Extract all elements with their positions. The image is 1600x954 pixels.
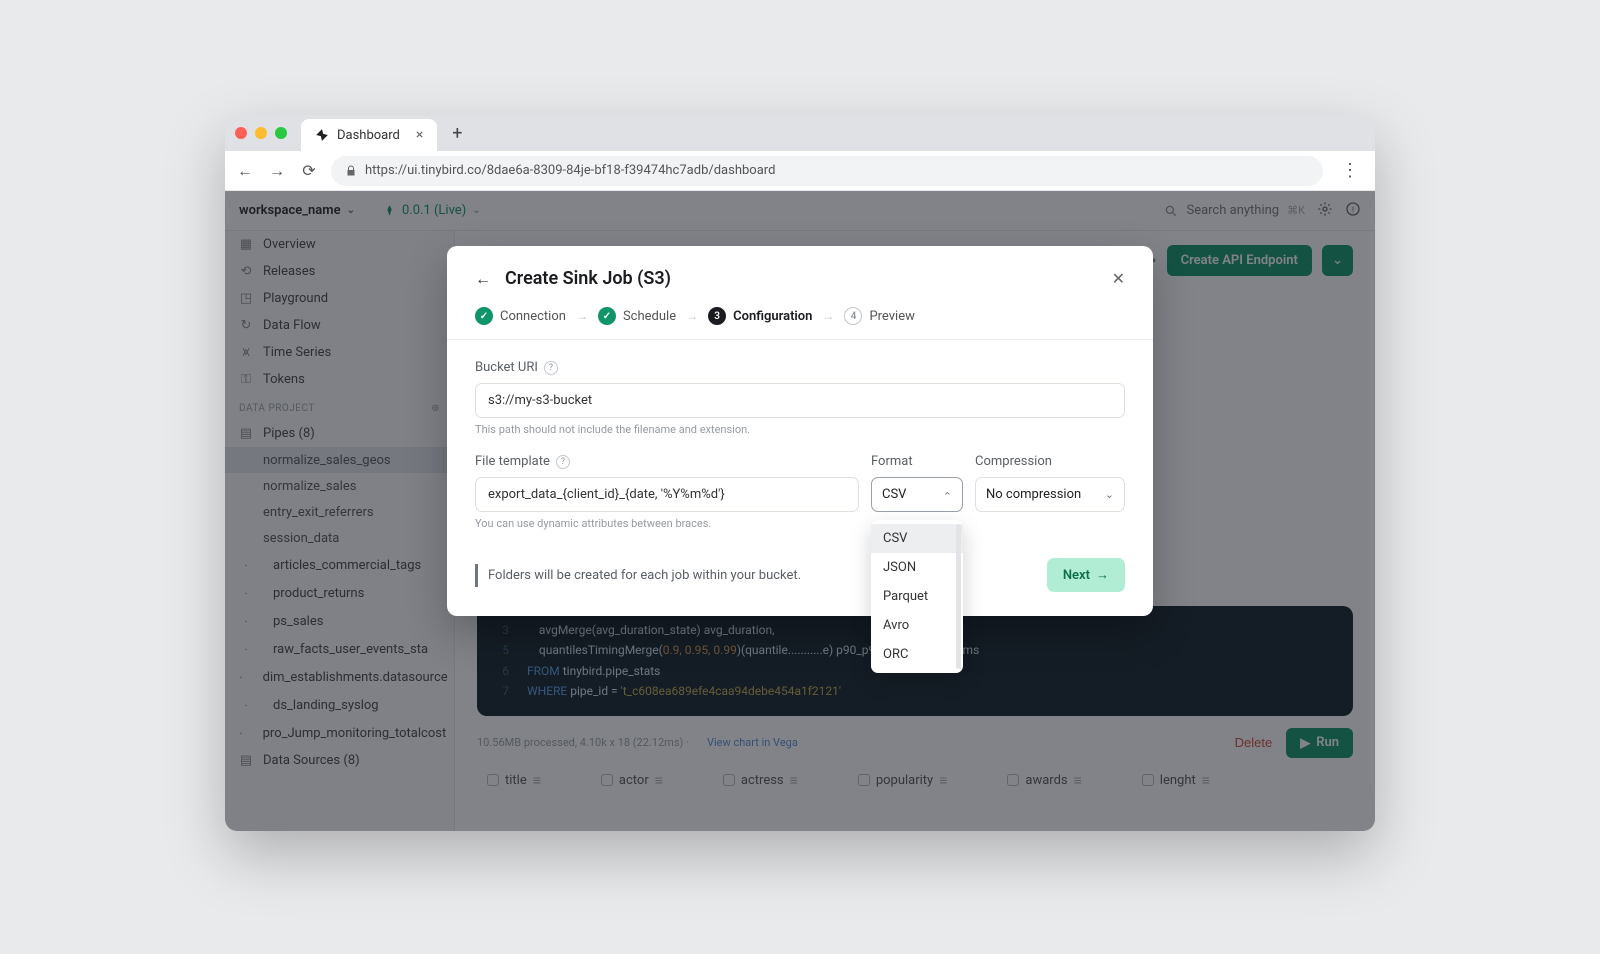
format-option[interactable]: Avro <box>871 611 963 640</box>
window-max[interactable] <box>275 127 287 139</box>
format-option[interactable]: CSV <box>871 524 963 553</box>
step-configuration[interactable]: 3Configuration <box>708 307 812 325</box>
scrollbar[interactable] <box>956 524 961 669</box>
format-label: Format <box>871 454 963 469</box>
help-icon[interactable]: ? <box>544 361 558 375</box>
info-message: Folders will be created for each job wit… <box>475 564 801 587</box>
arrow-right-icon: → <box>822 309 834 323</box>
format-option[interactable]: ORC <box>871 640 963 669</box>
format-select[interactable]: CSV <box>871 477 963 512</box>
address-bar: ← → ⟳ https://ui.tinybird.co/8dae6a-8309… <box>225 151 1375 191</box>
favicon-icon <box>315 128 329 142</box>
file-template-input[interactable] <box>475 477 859 512</box>
arrow-right-icon: → <box>576 309 588 323</box>
arrow-right-icon: → <box>686 309 698 323</box>
url-field[interactable]: https://ui.tinybird.co/8dae6a-8309-84je-… <box>331 156 1323 186</box>
format-option[interactable]: JSON <box>871 553 963 582</box>
step-preview[interactable]: 4Preview <box>844 307 914 325</box>
modal-back-icon[interactable]: ← <box>475 269 491 289</box>
lock-icon <box>345 165 357 177</box>
create-sink-modal: ← Create Sink Job (S3) ✕ ✓Connection → ✓… <box>447 246 1153 616</box>
template-label: File template <box>475 454 550 469</box>
stepper: ✓Connection → ✓Schedule → 3Configuration… <box>447 289 1153 340</box>
chevron-down-icon <box>1105 487 1114 502</box>
new-tab-button[interactable]: + <box>445 121 469 145</box>
format-dropdown: CSVJSONParquetAvroORC <box>871 520 963 673</box>
arrow-right-icon: → <box>1096 567 1109 583</box>
nav-back-icon[interactable]: ← <box>235 161 255 181</box>
bucket-hint: This path should not include the filenam… <box>475 423 1125 436</box>
browser-window: Dashboard × + ← → ⟳ https://ui.tinybird.… <box>225 115 1375 831</box>
url-text: https://ui.tinybird.co/8dae6a-8309-84je-… <box>365 163 775 178</box>
step-schedule[interactable]: ✓Schedule <box>598 307 676 325</box>
compression-label: Compression <box>975 454 1125 469</box>
chevron-up-icon <box>943 487 952 502</box>
window-close[interactable] <box>235 127 247 139</box>
compression-select[interactable]: No compression <box>975 477 1125 512</box>
step-connection[interactable]: ✓Connection <box>475 307 566 325</box>
nav-reload-icon[interactable]: ⟳ <box>299 161 319 180</box>
tab-bar: Dashboard × + <box>225 115 1375 151</box>
traffic-lights <box>235 127 287 139</box>
nav-forward-icon[interactable]: → <box>267 161 287 181</box>
modal-title: Create Sink Job (S3) <box>505 268 671 289</box>
tab-close-icon[interactable]: × <box>416 127 423 143</box>
browser-more-icon[interactable]: ⋮ <box>1335 160 1365 181</box>
bucket-uri-input[interactable] <box>475 383 1125 418</box>
template-hint: You can use dynamic attributes between b… <box>475 517 859 530</box>
next-button[interactable]: Next → <box>1047 558 1125 592</box>
format-option[interactable]: Parquet <box>871 582 963 611</box>
app-shell: workspace_name ⌄ 0.0.1 (Live) ⌄ Search a… <box>225 191 1375 831</box>
modal-close-icon[interactable]: ✕ <box>1112 269 1125 288</box>
tab-title: Dashboard <box>337 128 400 143</box>
help-icon[interactable]: ? <box>556 455 570 469</box>
browser-tab[interactable]: Dashboard × <box>301 119 437 151</box>
window-min[interactable] <box>255 127 267 139</box>
bucket-label: Bucket URI <box>475 360 538 375</box>
